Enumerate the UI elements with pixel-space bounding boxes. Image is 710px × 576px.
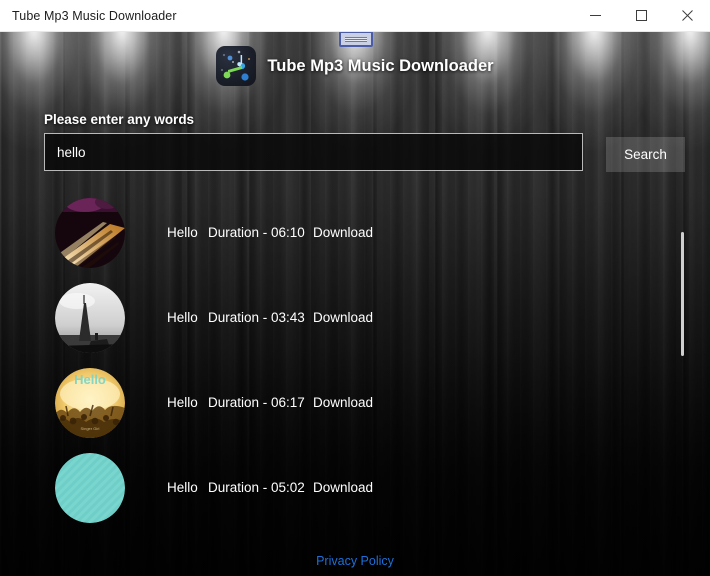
privacy-policy-link[interactable]: Privacy Policy bbox=[316, 554, 394, 568]
music-app-logo-icon bbox=[216, 46, 257, 86]
teal-circle-thumbnail bbox=[55, 452, 125, 523]
result-row[interactable]: Hello Singer Girl Hello Duration - 06:17… bbox=[0, 360, 710, 445]
scrollbar-thumb[interactable] bbox=[681, 232, 684, 356]
result-title: Hello bbox=[167, 310, 198, 325]
svg-text:Singer Girl: Singer Girl bbox=[81, 426, 100, 431]
result-row[interactable]: Hello Duration - 05:02 Download bbox=[0, 445, 710, 530]
result-row-texts: Hello Duration - 06:10 Download bbox=[167, 225, 373, 240]
app-body: Tube Mp3 Music Downloader Please enter a… bbox=[0, 32, 710, 576]
svg-text:Hello: Hello bbox=[74, 372, 106, 387]
download-button[interactable]: Download bbox=[313, 310, 373, 325]
result-duration: Duration - 03:43 bbox=[208, 310, 305, 325]
search-label: Please enter any words bbox=[44, 112, 195, 127]
footer: Privacy Policy bbox=[0, 552, 710, 570]
window-drag-handle[interactable] bbox=[339, 32, 373, 47]
maximize-icon[interactable] bbox=[618, 0, 664, 32]
results-scrollbar[interactable] bbox=[679, 192, 686, 542]
window-title: Tube Mp3 Music Downloader bbox=[12, 8, 177, 23]
result-row-texts: Hello Duration - 05:02 Download bbox=[167, 480, 373, 495]
result-row[interactable]: Hello Duration - 06:10 Download bbox=[0, 190, 710, 275]
piano-keys-thumbnail bbox=[55, 197, 125, 268]
app-header: Tube Mp3 Music Downloader bbox=[0, 46, 710, 86]
window-controls bbox=[572, 0, 710, 32]
app-title: Tube Mp3 Music Downloader bbox=[267, 56, 494, 75]
download-button[interactable]: Download bbox=[313, 480, 373, 495]
result-row-texts: Hello Duration - 03:43 Download bbox=[167, 310, 373, 325]
drag-handle-lines-icon bbox=[345, 36, 367, 42]
results-list: Hello Duration - 06:10 Download Hello Du… bbox=[0, 190, 710, 550]
eiffel-tower-thumbnail bbox=[55, 282, 125, 353]
result-row-texts: Hello Duration - 06:17 Download bbox=[167, 395, 373, 410]
search-input[interactable] bbox=[44, 133, 583, 171]
result-duration: Duration - 05:02 bbox=[208, 480, 305, 495]
result-title: Hello bbox=[167, 480, 198, 495]
concert-crowd-thumbnail: Hello Singer Girl bbox=[55, 367, 125, 438]
window-titlebar: Tube Mp3 Music Downloader bbox=[0, 0, 710, 32]
download-button[interactable]: Download bbox=[313, 395, 373, 410]
result-title: Hello bbox=[167, 395, 198, 410]
close-icon[interactable] bbox=[664, 0, 710, 32]
minimize-icon[interactable] bbox=[572, 0, 618, 32]
result-row[interactable]: Hello Duration - 03:43 Download bbox=[0, 275, 710, 360]
result-title: Hello bbox=[167, 225, 198, 240]
download-button[interactable]: Download bbox=[313, 225, 373, 240]
result-duration: Duration - 06:17 bbox=[208, 395, 305, 410]
search-button[interactable]: Search bbox=[606, 137, 685, 172]
result-duration: Duration - 06:10 bbox=[208, 225, 305, 240]
